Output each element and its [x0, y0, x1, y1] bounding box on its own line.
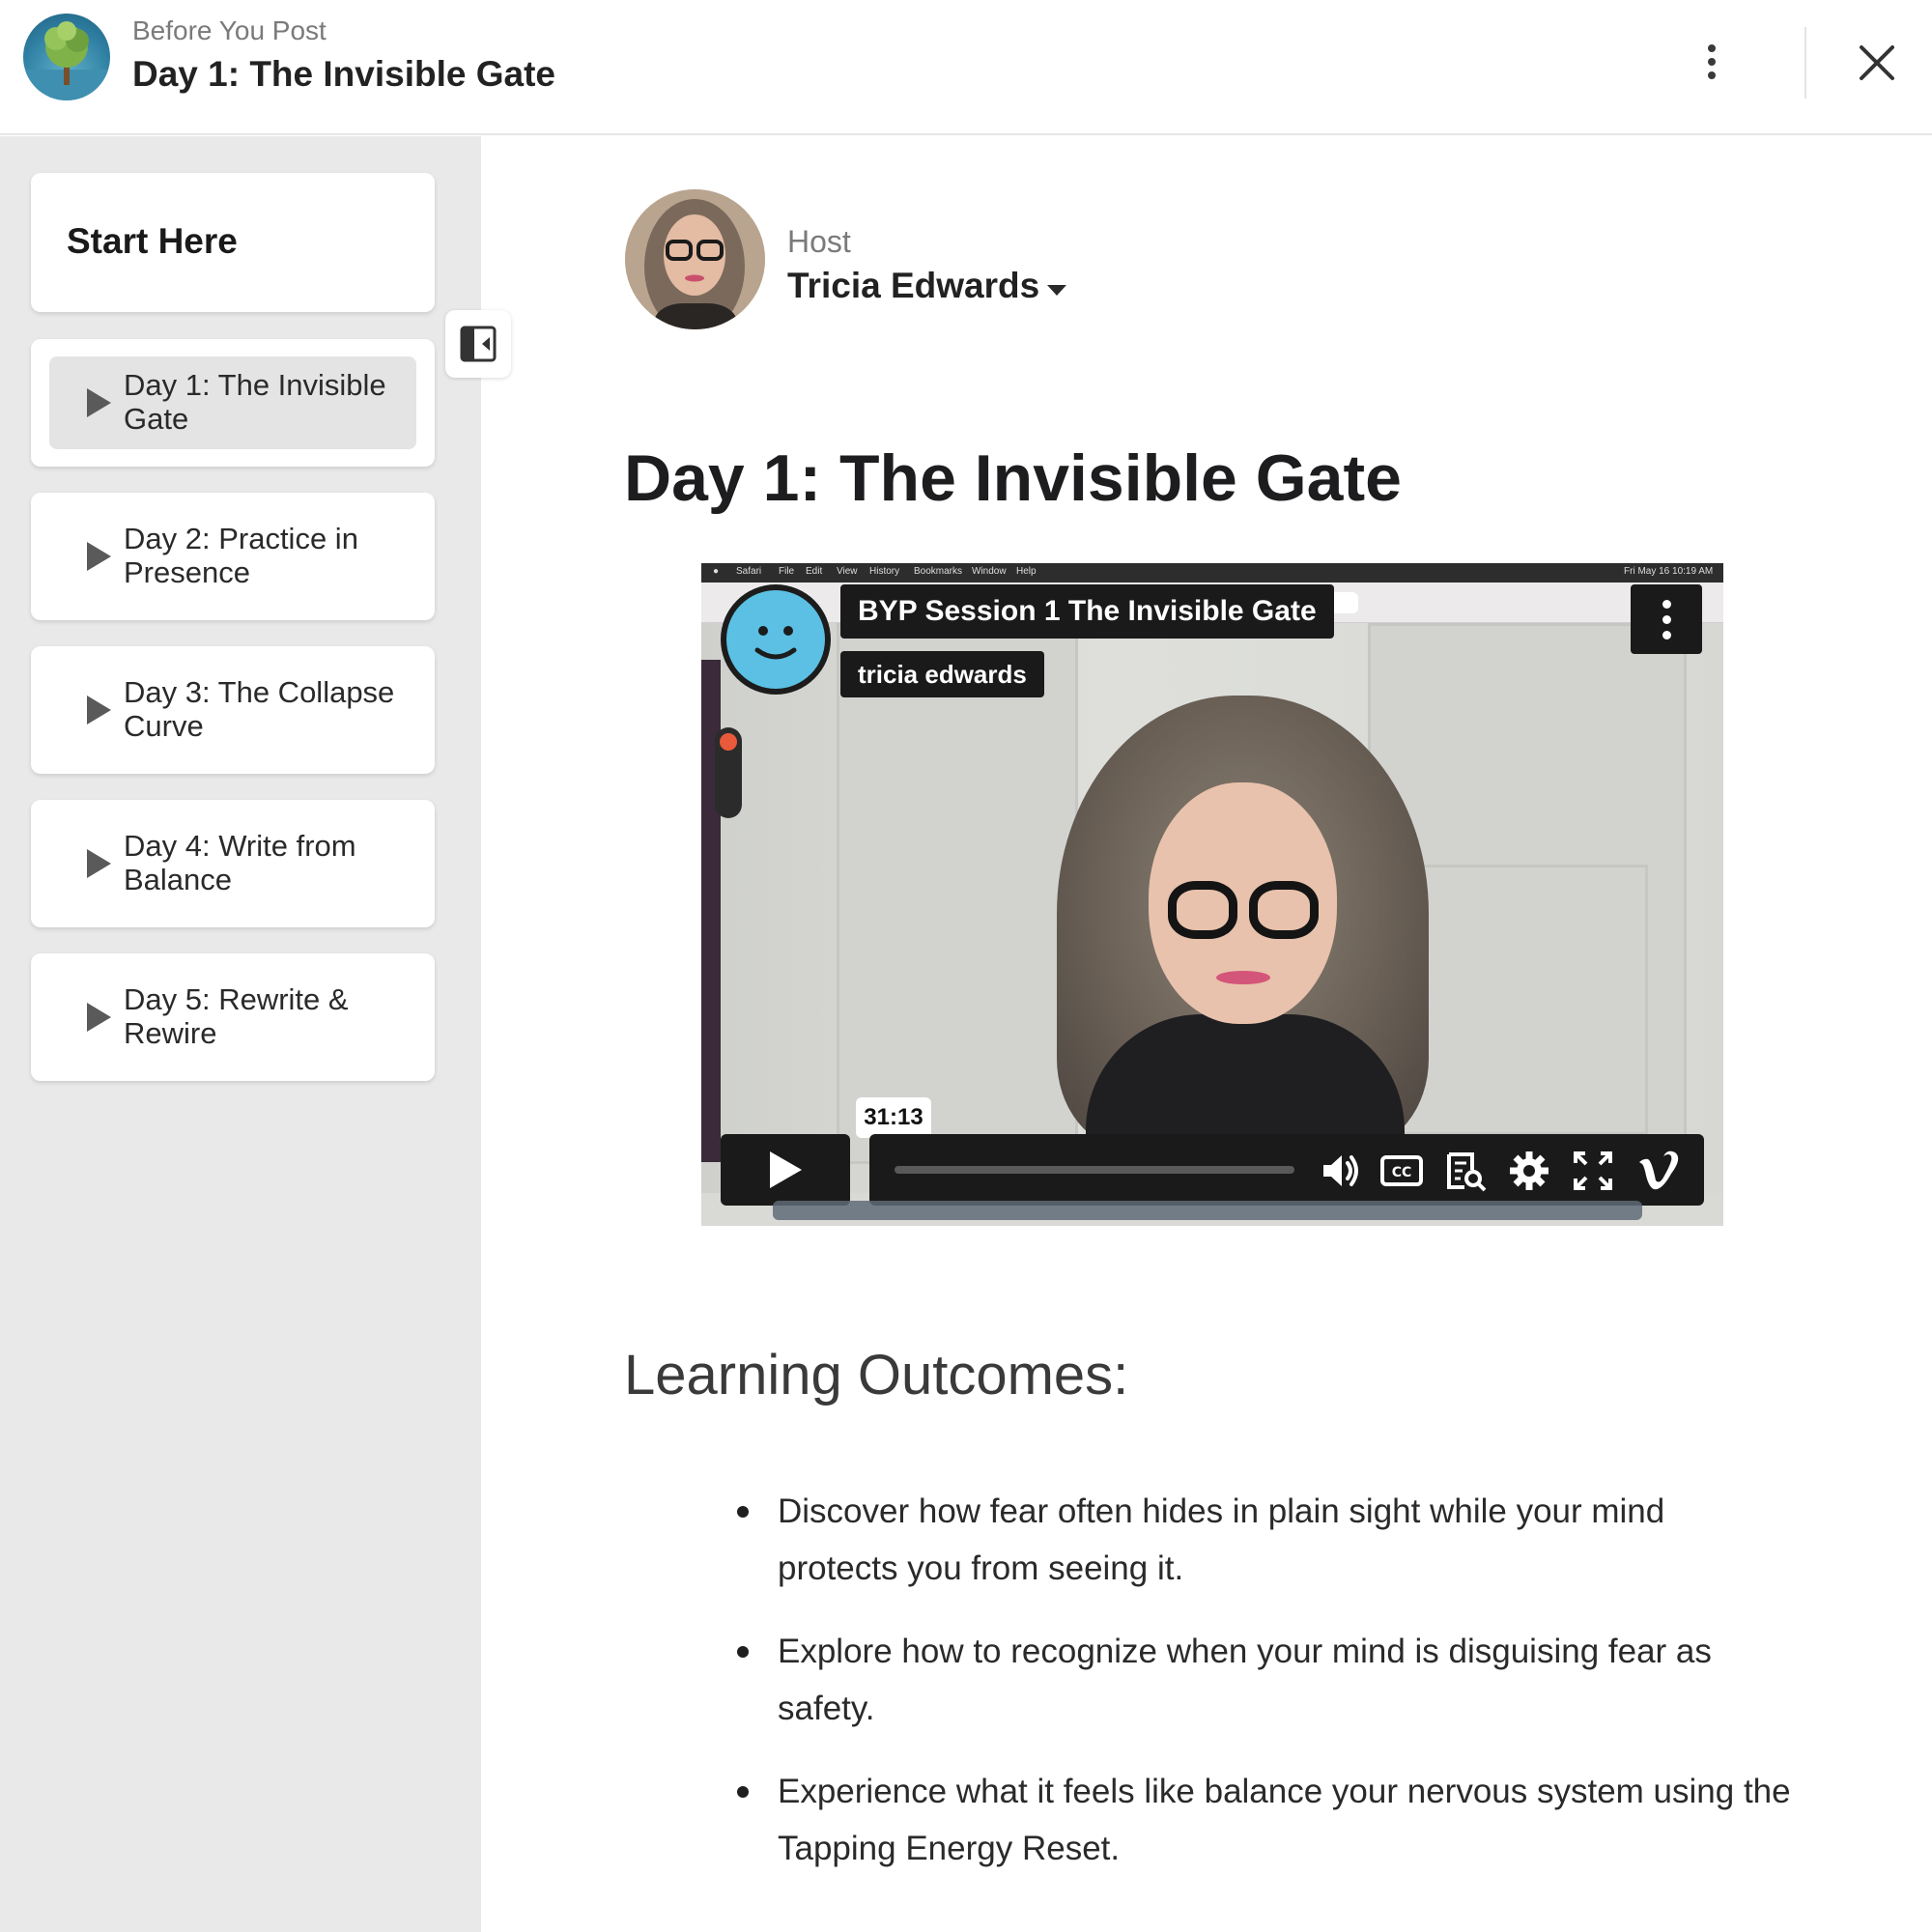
learning-outcomes-heading: Learning Outcomes:: [624, 1344, 1129, 1406]
video-more-icon[interactable]: [1631, 584, 1702, 654]
bullet-icon: [737, 1646, 749, 1658]
video-author[interactable]: tricia edwards: [840, 651, 1044, 697]
screen-clock: Fri May 16 10:19 AM: [1624, 566, 1714, 577]
screen-menu-item: Bookmarks: [914, 566, 963, 577]
header-divider: [1804, 27, 1806, 99]
sidebar-collapse-button[interactable]: [445, 310, 511, 378]
outcome-text: Explore how to recognize when your mind …: [778, 1633, 1712, 1727]
screen-menu-item: Window: [972, 566, 1007, 577]
play-triangle-icon: [87, 696, 111, 724]
start-here-card[interactable]: Start Here: [31, 173, 435, 312]
sidebar-collapse-icon: [460, 326, 497, 362]
screen-menu-item: File: [779, 566, 795, 577]
vimeo-logo-icon[interactable]: [1634, 1147, 1683, 1195]
lesson-label: Day 5: Rewrite & Rewire: [124, 982, 349, 1050]
play-triangle-icon: [87, 388, 111, 417]
smiley-avatar-icon: [754, 626, 797, 660]
sidebar-lesson-day-1[interactable]: Day 1: The Invisible Gate: [31, 339, 435, 467]
host-name-dropdown[interactable]: Tricia Edwards: [787, 266, 1039, 306]
play-triangle-icon: [87, 542, 111, 571]
video-screen-menubar: ● Safari File Edit View History Bookmark…: [701, 563, 1723, 582]
close-icon[interactable]: [1853, 39, 1901, 87]
play-triangle-icon: [87, 1003, 111, 1032]
play-icon: [770, 1151, 802, 1188]
learning-outcomes-list: Discover how fear often hides in plain s…: [737, 1483, 1792, 1903]
list-item: Explore how to recognize when your mind …: [737, 1623, 1792, 1737]
host-avatar: [625, 189, 765, 329]
bullet-icon: [737, 1506, 749, 1518]
screen-menu-item: Safari: [736, 566, 762, 577]
page-title: Day 1: The Invisible Gate: [624, 441, 1402, 515]
play-triangle-icon: [87, 849, 111, 878]
lesson-label: Day 1: The Invisible Gate: [124, 368, 386, 436]
door-panel: [837, 623, 1078, 1164]
recording-indicator: [715, 727, 742, 818]
list-item: Experience what it feels like balance yo…: [737, 1763, 1792, 1877]
video-progress-track[interactable]: [895, 1166, 1294, 1174]
screen-menu-item: View: [837, 566, 858, 577]
svg-text:CC: CC: [1392, 1165, 1412, 1180]
settings-icon[interactable]: [1505, 1147, 1553, 1195]
outcome-text: Experience what it feels like balance yo…: [778, 1773, 1791, 1867]
video-channel-avatar[interactable]: [721, 584, 831, 695]
door-panel: [1397, 865, 1648, 1135]
sidebar-lesson-day-2[interactable]: Day 2: Practice in Presence: [31, 493, 435, 620]
lesson-label: Day 4: Write from Balance: [124, 829, 356, 896]
sidebar-lesson-day-4[interactable]: Day 4: Write from Balance: [31, 800, 435, 927]
screen-menu-item: Help: [1016, 566, 1037, 577]
tree-logo-icon: [23, 14, 110, 100]
transcript-icon[interactable]: [1441, 1147, 1490, 1195]
volume-icon[interactable]: [1316, 1147, 1364, 1195]
bullet-icon: [737, 1786, 749, 1798]
header-title: Day 1: The Invisible Gate: [132, 54, 555, 94]
video-player[interactable]: ● Safari File Edit View History Bookmark…: [701, 563, 1723, 1226]
start-here-label: Start Here: [67, 221, 238, 261]
header-subtitle: Before You Post: [132, 15, 327, 45]
screen-menu-item: History: [869, 566, 900, 577]
more-vertical-icon[interactable]: [1692, 41, 1731, 89]
captions-icon[interactable]: CC: [1378, 1147, 1426, 1195]
record-dot-icon: [720, 733, 737, 751]
play-button[interactable]: [721, 1134, 850, 1206]
host-label: Host: [787, 224, 851, 259]
lesson-label: Day 2: Practice in Presence: [124, 522, 358, 589]
top-header: Before You Post Day 1: The Invisible Gat…: [0, 0, 1932, 135]
presenter-image: [1057, 696, 1429, 1159]
outcome-text: Discover how fear often hides in plain s…: [778, 1492, 1665, 1587]
apple-icon: ●: [713, 566, 720, 577]
list-item: Discover how fear often hides in plain s…: [737, 1483, 1792, 1597]
video-title[interactable]: BYP Session 1 The Invisible Gate: [840, 584, 1334, 639]
screen-menu-item: Edit: [806, 566, 823, 577]
fullscreen-icon[interactable]: [1569, 1147, 1617, 1195]
lesson-label: Day 3: The Collapse Curve: [124, 675, 395, 743]
sidebar-lesson-day-5[interactable]: Day 5: Rewrite & Rewire: [31, 953, 435, 1081]
caret-down-icon[interactable]: [1047, 285, 1066, 296]
duration-tooltip: 31:13: [856, 1097, 931, 1138]
video-screen-dock: [773, 1201, 1642, 1220]
sidebar-lesson-day-3[interactable]: Day 3: The Collapse Curve: [31, 646, 435, 774]
lesson-sidebar: Start Here Day 1: The Invisible Gate Day…: [0, 136, 481, 1932]
